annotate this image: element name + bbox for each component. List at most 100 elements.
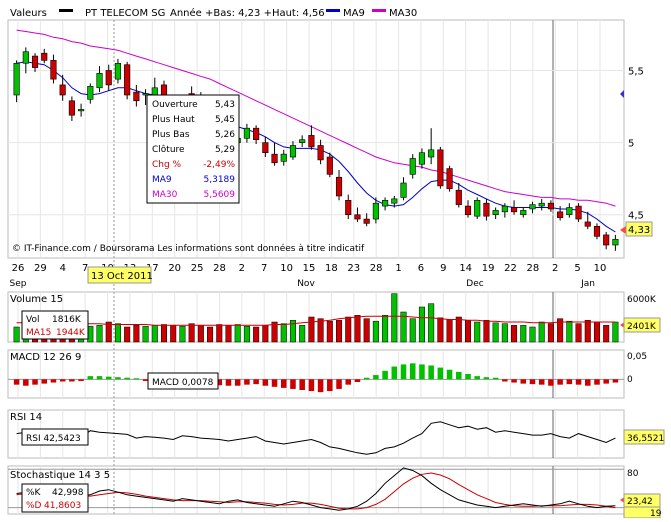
macd-bar bbox=[244, 379, 250, 385]
stoch-k-label: %K bbox=[26, 488, 42, 498]
tooltip-row-value: 5,26 bbox=[215, 130, 235, 140]
panel-frame-rsi bbox=[7, 409, 625, 459]
macd-bar bbox=[115, 377, 121, 380]
x-tick-label: 7 bbox=[82, 263, 88, 274]
macd-bar bbox=[382, 370, 388, 380]
candle-body bbox=[418, 152, 426, 165]
x-tick-label: 1 bbox=[395, 263, 401, 274]
volume-bar bbox=[142, 325, 149, 343]
candle-body bbox=[372, 202, 379, 220]
x-month-label: Sep bbox=[10, 279, 27, 289]
volume-bar bbox=[243, 325, 250, 343]
macd-bar bbox=[520, 379, 527, 384]
volume-bar bbox=[160, 324, 168, 343]
macd-bar bbox=[612, 379, 619, 383]
macd-bar bbox=[538, 379, 545, 385]
macd-bar bbox=[483, 377, 490, 380]
panel-frame-macd bbox=[7, 349, 625, 399]
macd-bar bbox=[327, 379, 333, 392]
macd-bar bbox=[133, 378, 140, 380]
volume-bar bbox=[253, 326, 260, 343]
volume-bar bbox=[437, 317, 444, 343]
volume-vol-value: 1816K bbox=[52, 315, 82, 325]
volume-bar bbox=[501, 323, 508, 343]
volume-bar bbox=[446, 319, 453, 343]
volume-bar bbox=[326, 320, 333, 343]
macd-bar bbox=[400, 364, 407, 380]
volume-bar bbox=[179, 325, 186, 343]
y-tick-label: 5 bbox=[628, 139, 634, 150]
volume-bar bbox=[492, 322, 499, 343]
macd-bar bbox=[96, 376, 103, 380]
macd-bar bbox=[317, 379, 324, 393]
volume-bar bbox=[372, 320, 379, 343]
candle-body bbox=[400, 182, 407, 198]
macd-bar bbox=[345, 379, 352, 385]
x-tick-label: 10 bbox=[280, 263, 293, 274]
macd-axis-top: 0,05 bbox=[627, 352, 647, 362]
macd-bar bbox=[50, 379, 57, 383]
stoch-axis-top: 80 bbox=[627, 469, 639, 479]
macd-bar bbox=[290, 379, 296, 389]
volume-bar bbox=[170, 325, 177, 343]
macd-bar bbox=[437, 367, 444, 380]
x-tick-label: 28 bbox=[370, 263, 383, 274]
candle-body bbox=[41, 52, 48, 61]
candle-body bbox=[492, 210, 499, 216]
series-swatch bbox=[59, 9, 73, 12]
volume-bar bbox=[133, 325, 140, 343]
macd-bar bbox=[23, 379, 29, 386]
chart-canvas: 4,555,5262947101317202528271015182328169… bbox=[7, 7, 665, 519]
macd-bar bbox=[280, 379, 287, 388]
volume-bar bbox=[151, 325, 158, 343]
candle-body bbox=[510, 207, 518, 213]
x-tick-label: 7 bbox=[261, 263, 267, 274]
macd-bar bbox=[502, 379, 508, 382]
volume-bar bbox=[317, 318, 324, 343]
candle-body bbox=[345, 200, 352, 216]
volume-bar bbox=[382, 315, 389, 343]
candle-body bbox=[299, 139, 306, 143]
stoch-title: Stochastique 14 3 5 bbox=[10, 470, 110, 481]
x-tick-label: 2 bbox=[552, 263, 558, 274]
x-tick-label: 23 bbox=[347, 263, 360, 274]
volume-bar bbox=[584, 320, 591, 343]
candle-body bbox=[124, 64, 131, 96]
candle-body bbox=[520, 210, 527, 216]
candle-body bbox=[68, 100, 75, 116]
volume-axis-top: 6000K bbox=[627, 295, 657, 305]
candle-body bbox=[326, 156, 333, 175]
macd-bar bbox=[409, 363, 416, 380]
candle-body bbox=[501, 205, 508, 213]
header-range: Année +Bas: 4,23 +Haut: 4,56 bbox=[170, 7, 325, 19]
volume-bar bbox=[409, 318, 416, 343]
last-price-label: 4,33 bbox=[628, 225, 650, 236]
candle-body bbox=[593, 225, 601, 237]
macd-bar bbox=[465, 374, 471, 380]
volume-bar bbox=[13, 326, 20, 343]
volume-bar bbox=[124, 326, 131, 343]
volume-ma15-line bbox=[16, 315, 616, 326]
volume-last-value: 2401K bbox=[627, 322, 657, 332]
macd-bar bbox=[105, 376, 112, 380]
candle-body bbox=[280, 153, 287, 162]
rsi-title: RSI 14 bbox=[10, 412, 42, 423]
tooltip-row-label: Plus Haut bbox=[152, 115, 195, 125]
ma30-line bbox=[16, 29, 616, 207]
candle-body bbox=[464, 205, 472, 216]
candle-body bbox=[13, 62, 20, 96]
candle-body bbox=[382, 200, 389, 207]
macd-axis-zero: 0 bbox=[627, 375, 633, 385]
candle-body bbox=[409, 158, 416, 175]
candle-body bbox=[114, 62, 122, 80]
stoch-k-value: 42,998 bbox=[52, 488, 84, 498]
volume-bar bbox=[566, 320, 573, 343]
macd-bar bbox=[603, 379, 609, 384]
x-tick-label: 14 bbox=[459, 263, 472, 274]
macd-bar bbox=[354, 379, 361, 382]
macd-bar bbox=[492, 377, 499, 380]
macd-title: MACD 12 26 9 bbox=[10, 352, 81, 363]
volume-bar bbox=[428, 303, 435, 343]
candle-body bbox=[428, 149, 435, 158]
tooltip-row-label: Clôture bbox=[152, 144, 185, 155]
